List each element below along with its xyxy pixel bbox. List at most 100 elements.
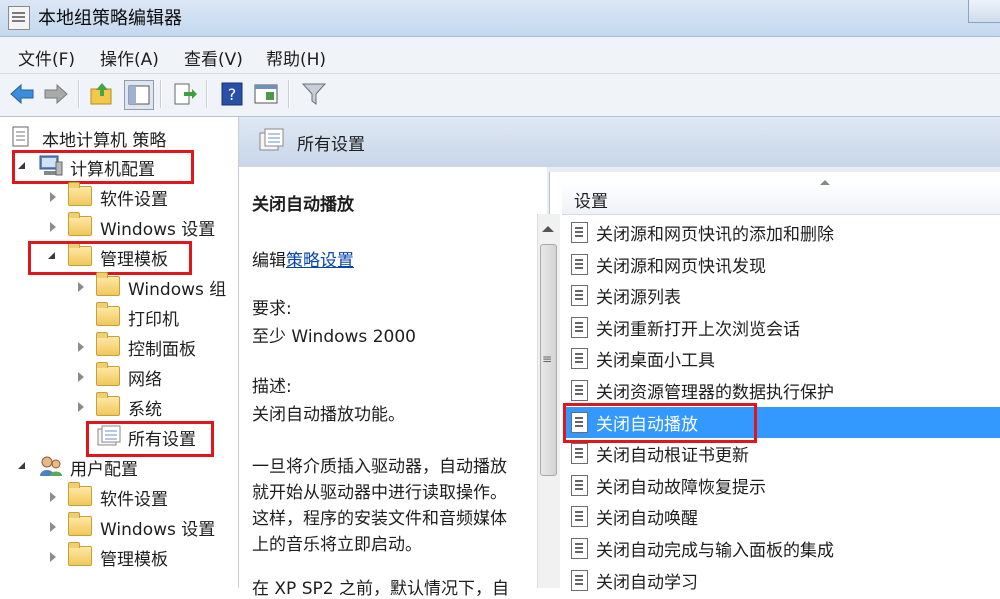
window-control-button[interactable]: [968, 0, 1000, 23]
policy-setting-icon: [571, 538, 588, 559]
policy-row[interactable]: 关闭源和网页快讯发现: [563, 249, 1000, 280]
tree-label: 网络: [128, 370, 162, 390]
app-icon: [8, 6, 30, 30]
policy-setting-icon: [571, 506, 588, 527]
policy-row[interactable]: 关闭自动完成与输入面板的集成: [563, 533, 1000, 564]
column-header-label: 设置: [574, 192, 608, 212]
svg-text:?: ?: [228, 85, 237, 104]
scroll-grip-icon: ≡: [542, 352, 553, 366]
policy-row-label: 关闭自动唤醒: [596, 509, 698, 529]
requirements-value: 至少 Windows 2000: [252, 327, 416, 347]
tree-label: 管理模板: [100, 550, 168, 570]
description-label: 描述:: [252, 377, 292, 397]
all-settings-icon: [259, 128, 284, 151]
policy-row[interactable]: 关闭自动唤醒: [563, 501, 1000, 532]
folder-icon: [96, 302, 120, 326]
folder-icon: [68, 212, 92, 236]
menu-view[interactable]: 查看(V): [184, 45, 243, 70]
tree-label: 用户配置: [70, 460, 138, 480]
description-para-line: 在 XP SP2 之前，默认情况下，自: [252, 579, 509, 599]
highlight-box-all-settings: [86, 421, 214, 457]
export-list-icon[interactable]: [170, 80, 198, 108]
back-arrow-icon[interactable]: [8, 80, 36, 108]
tree-label: 软件设置: [100, 490, 168, 510]
policy-row-label: 关闭自动学习: [596, 573, 698, 593]
collapse-arrow-icon[interactable]: [78, 342, 84, 352]
folder-icon: [68, 542, 92, 566]
edit-policy-link[interactable]: 策略设置: [286, 251, 354, 271]
policy-row[interactable]: 关闭自动学习: [563, 565, 1000, 596]
show-hide-tree-icon[interactable]: [124, 80, 154, 110]
collapse-arrow-icon[interactable]: [50, 552, 56, 562]
policy-row-label: 关闭源和网页快讯的添加和删除: [596, 225, 834, 245]
description-para-line: 这样，程序的安装文件和音频媒体: [252, 509, 507, 529]
policy-row[interactable]: 关闭源列表: [563, 280, 1000, 311]
policy-title: 关闭自动播放: [252, 195, 354, 215]
highlight-box-computer-config: [12, 150, 194, 184]
collapse-arrow-icon[interactable]: [50, 522, 56, 532]
policy-row-label: 关闭自动故障恢复提示: [596, 478, 766, 498]
policy-setting-icon: [571, 443, 588, 464]
pane-title: 所有设置: [297, 135, 365, 155]
description-para-line: 就开始从驱动器中进行读取操作。: [252, 483, 507, 503]
title-bar: 本地组策略编辑器: [0, 0, 1000, 37]
tree-label: 本地计算机 策略: [42, 131, 167, 151]
collapse-arrow-icon[interactable]: [50, 192, 56, 202]
properties-icon[interactable]: [252, 80, 280, 108]
policy-row-label: 关闭资源管理器的数据执行保护: [596, 383, 834, 403]
collapse-arrow-icon[interactable]: [78, 372, 84, 382]
tree-label: Windows 设置: [100, 220, 216, 240]
policy-row-label: 关闭自动根证书更新: [596, 446, 749, 466]
policy-row[interactable]: 关闭源和网页快讯的添加和删除: [563, 217, 1000, 248]
policy-row-label: 关闭源列表: [596, 288, 681, 308]
policy-setting-icon: [571, 317, 588, 338]
scroll-up-arrow-icon[interactable]: [542, 226, 554, 232]
policy-row-label: 关闭源和网页快讯发现: [596, 257, 766, 277]
description-para-line: 一旦将介质插入驱动器，自动播放: [252, 457, 507, 477]
folder-icon: [96, 362, 120, 386]
policy-row[interactable]: 关闭重新打开上次浏览会话: [563, 312, 1000, 343]
column-header-settings[interactable]: [562, 182, 1000, 215]
folder-icon: [68, 512, 92, 536]
highlight-box-admin-templates: [28, 241, 192, 275]
folder-icon: [96, 272, 120, 296]
policy-setting-icon: [571, 380, 588, 401]
forward-arrow-icon[interactable]: [42, 80, 70, 108]
folder-icon: [96, 332, 120, 356]
policy-doc-icon: [12, 126, 29, 147]
up-folder-icon[interactable]: [88, 80, 116, 108]
menu-action[interactable]: 操作(A): [100, 45, 159, 70]
tree-label: 控制面板: [128, 340, 196, 360]
filter-icon[interactable]: [300, 80, 328, 108]
policy-setting-icon: [571, 222, 588, 243]
tree-label: Windows 设置: [100, 520, 216, 540]
policy-row-label: 关闭自动完成与输入面板的集成: [596, 541, 834, 561]
highlight-box-selected-policy: [563, 403, 757, 443]
menu-bar: 文件(F) 操作(A) 查看(V) 帮助(H): [0, 37, 1000, 74]
users-icon: [40, 456, 62, 476]
collapse-arrow-icon[interactable]: [50, 492, 56, 502]
menu-help[interactable]: 帮助(H): [266, 45, 326, 70]
description-para-line: 上的音乐将立即启动。: [252, 535, 422, 555]
tree-label: 打印机: [128, 310, 179, 330]
sort-arrow-icon: [820, 180, 830, 185]
menu-file[interactable]: 文件(F): [18, 45, 75, 70]
policy-row[interactable]: 关闭桌面小工具: [563, 343, 1000, 374]
policy-setting-icon: [571, 285, 588, 306]
collapse-arrow-icon[interactable]: [78, 402, 84, 412]
description-text: 关闭自动播放功能。: [252, 405, 405, 425]
policy-setting-icon: [571, 254, 588, 275]
edit-prefix: 编辑: [252, 251, 286, 271]
policy-row[interactable]: 关闭自动故障恢复提示: [563, 470, 1000, 501]
collapse-arrow-icon[interactable]: [78, 282, 84, 292]
folder-icon: [96, 392, 120, 416]
policy-row[interactable]: 关闭资源管理器的数据执行保护: [563, 375, 1000, 406]
collapse-arrow-icon[interactable]: [50, 222, 56, 232]
window-title: 本地组策略编辑器: [38, 8, 182, 29]
policy-setting-icon: [571, 348, 588, 369]
expand-arrow-icon[interactable]: [18, 462, 25, 469]
policy-row-label: 关闭重新打开上次浏览会话: [596, 320, 800, 340]
tree-label: 系统: [128, 400, 162, 420]
help-icon[interactable]: ?: [218, 80, 246, 108]
folder-icon: [68, 182, 92, 206]
